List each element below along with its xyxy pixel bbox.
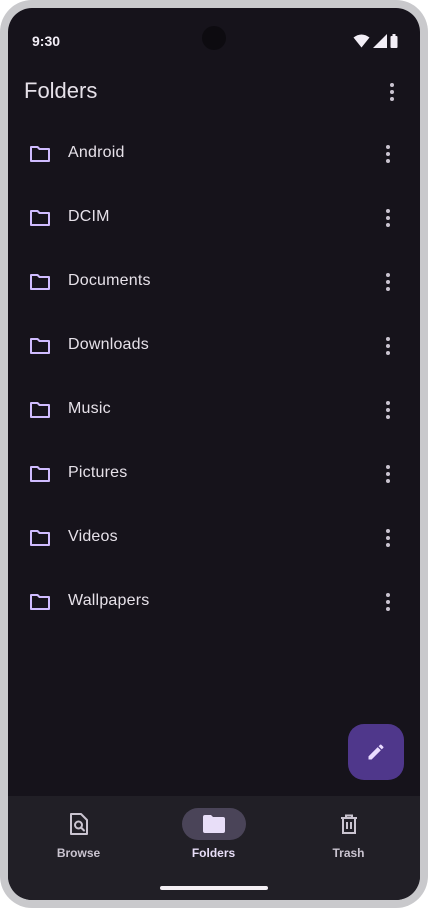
bottom-navigation: Browse Folders Trash (8, 796, 420, 900)
more-vert-icon (390, 83, 394, 101)
folder-list: Android DCIM Documents Downloads Music Pictur… (8, 122, 420, 634)
more-vert-icon (386, 593, 390, 611)
folder-more-button[interactable] (376, 332, 400, 360)
folder-row[interactable]: DCIM (8, 186, 420, 250)
page-title: Folders (24, 78, 98, 103)
folder-outline-icon (30, 146, 50, 162)
edit-icon (368, 744, 384, 760)
folder-outline-icon (30, 274, 50, 290)
more-vert-icon (386, 529, 390, 547)
folder-name: Downloads (68, 336, 149, 353)
more-vert-icon (386, 337, 390, 355)
folder-name: Pictures (68, 464, 128, 481)
more-vert-icon (386, 209, 390, 227)
system-icons (353, 33, 398, 49)
folder-more-button[interactable] (376, 140, 400, 168)
more-vert-icon (386, 273, 390, 291)
folder-name: Wallpapers (68, 592, 150, 609)
nav-trash-label: Trash (332, 846, 365, 860)
folder-more-button[interactable] (376, 524, 400, 552)
folder-more-button[interactable] (376, 204, 400, 232)
nav-trash-indicator (317, 808, 381, 840)
folder-row[interactable]: Music (8, 378, 420, 442)
wifi-icon (353, 34, 370, 48)
folder-outline-icon (30, 530, 50, 546)
status-bar: 9:30 (8, 8, 420, 56)
folder-outline-icon (30, 466, 50, 482)
compose-fab[interactable] (348, 724, 404, 780)
folder-name: Music (68, 400, 111, 417)
nav-folders-indicator (181, 808, 246, 840)
nav-browse-label: Browse (56, 846, 101, 860)
device-frame: 9:30 Folders Android DCIM Documents Down… (0, 0, 428, 908)
folder-outline-icon (30, 210, 50, 226)
top-app-bar: Folders (8, 64, 420, 120)
folder-name: Documents (68, 272, 151, 289)
nav-item-browse[interactable]: Browse (10, 796, 147, 876)
nav-item-trash[interactable]: Trash (280, 796, 417, 876)
more-vert-icon (386, 465, 390, 483)
folder-more-button[interactable] (376, 588, 400, 616)
folder-row[interactable]: Documents (8, 250, 420, 314)
folder-row[interactable]: Android (8, 122, 420, 186)
overflow-menu-button[interactable] (376, 76, 408, 108)
more-vert-icon (386, 145, 390, 163)
camera-cutout (202, 26, 226, 50)
more-vert-icon (386, 401, 390, 419)
folder-row[interactable]: Pictures (8, 442, 420, 506)
folder-more-button[interactable] (376, 460, 400, 488)
status-time: 9:30 (32, 33, 61, 49)
gesture-handle[interactable] (160, 886, 268, 890)
folder-icon (202, 815, 225, 833)
folder-row[interactable]: Wallpapers (8, 570, 420, 634)
folder-more-button[interactable] (376, 268, 400, 296)
nav-folders-label: Folders (191, 846, 236, 860)
folder-row[interactable]: Downloads (8, 314, 420, 378)
browse-icon (69, 813, 88, 835)
folder-name: Android (68, 144, 125, 161)
trash-icon (340, 814, 357, 834)
folder-outline-icon (30, 402, 50, 418)
folder-outline-icon (30, 338, 50, 354)
folder-row[interactable]: Videos (8, 506, 420, 570)
folder-name: Videos (68, 528, 118, 545)
nav-browse-indicator (47, 808, 111, 840)
folder-outline-icon (30, 594, 50, 610)
app-screen: 9:30 Folders Android DCIM Documents Down… (8, 8, 420, 900)
nav-item-folders[interactable]: Folders (145, 796, 282, 876)
folder-name: DCIM (68, 208, 110, 225)
signal-icon (373, 34, 387, 48)
folder-more-button[interactable] (376, 396, 400, 424)
battery-icon (390, 34, 398, 48)
